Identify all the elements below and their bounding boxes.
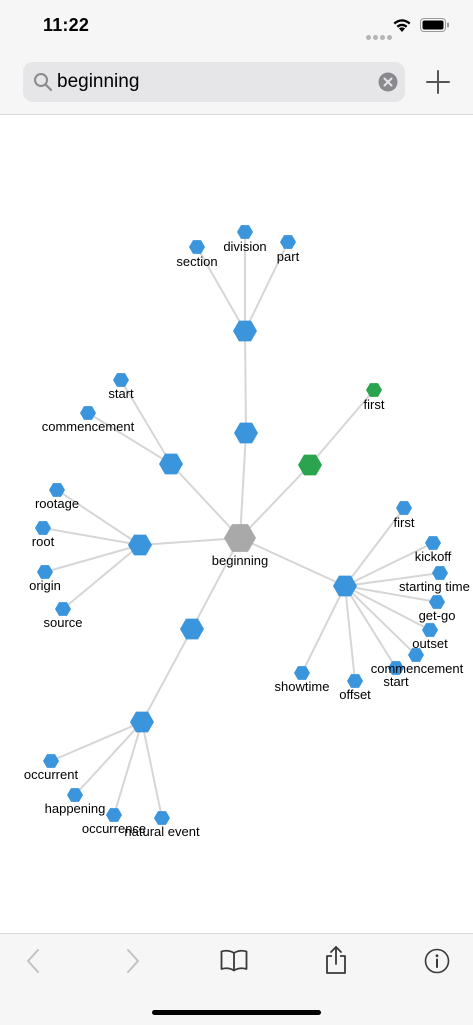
graph-node-center[interactable] <box>224 524 256 552</box>
graph-node-hub-first[interactable] <box>298 454 322 476</box>
search-field[interactable] <box>23 62 405 102</box>
graph-node-commencement[interactable] <box>80 406 96 420</box>
node-label[interactable]: section <box>176 254 217 269</box>
bookmarks-book-icon[interactable] <box>220 948 248 974</box>
clear-search-button[interactable] <box>378 72 398 92</box>
node-label[interactable]: showtime <box>275 679 330 694</box>
node-label[interactable]: occurrent <box>24 767 79 782</box>
forward-chevron-icon[interactable] <box>122 948 144 974</box>
node-label[interactable]: get-go <box>419 608 456 623</box>
node-label[interactable]: rootage <box>35 496 79 511</box>
battery-icon <box>420 18 449 32</box>
node-label[interactable]: division <box>223 239 266 254</box>
graph-node-hub-lower[interactable] <box>180 618 204 640</box>
node-label[interactable]: outset <box>412 636 448 651</box>
node-label[interactable]: first <box>394 515 415 530</box>
graph-node-offset[interactable] <box>347 674 363 688</box>
home-indicator <box>152 1010 321 1015</box>
graph-edge <box>239 464 311 539</box>
node-label[interactable]: happening <box>45 801 106 816</box>
graph-node-hub-division[interactable] <box>233 320 257 342</box>
graph-node-get-go[interactable] <box>429 595 445 609</box>
node-label[interactable]: offset <box>339 687 371 702</box>
graph-nodes[interactable] <box>35 225 448 825</box>
cellular-signal-icon <box>366 27 394 45</box>
graph-node-root[interactable] <box>35 521 51 535</box>
graph-node-starting-time[interactable] <box>432 566 448 580</box>
graph-node-first-green[interactable] <box>366 383 382 397</box>
node-label[interactable]: root <box>32 534 55 549</box>
back-chevron-icon[interactable] <box>24 948 46 974</box>
graph-node-section[interactable] <box>189 240 205 254</box>
graph-node-occurrent[interactable] <box>43 754 59 768</box>
graph-edge <box>141 628 193 723</box>
graph-edge <box>301 585 346 674</box>
wifi-icon <box>393 19 411 32</box>
status-time: 11:22 <box>43 15 90 35</box>
node-label[interactable]: source <box>43 615 82 630</box>
graph-node-hub-start[interactable] <box>159 453 183 475</box>
node-label[interactable]: beginning <box>212 553 268 568</box>
graph-node-part[interactable] <box>280 235 296 249</box>
node-label[interactable]: commencement <box>42 419 135 434</box>
graph-edge <box>62 544 141 610</box>
graph-node-outset[interactable] <box>422 623 438 637</box>
info-icon[interactable] <box>424 948 450 974</box>
graph-edge <box>244 330 247 434</box>
graph-edge <box>44 544 141 573</box>
graph-node-first[interactable] <box>396 501 412 515</box>
search-bar <box>0 52 473 115</box>
graph-edge <box>239 432 247 539</box>
node-label[interactable]: part <box>277 249 300 264</box>
graph-node-hub-upper[interactable] <box>234 422 258 444</box>
graph-node-occurrence[interactable] <box>106 808 122 822</box>
node-label[interactable]: natural event <box>124 824 200 839</box>
node-label[interactable]: start <box>383 674 409 689</box>
search-input[interactable] <box>57 62 357 102</box>
graph-node-natural-event[interactable] <box>154 811 170 825</box>
add-button[interactable] <box>425 69 451 95</box>
graph-node-showtime[interactable] <box>294 666 310 680</box>
node-label[interactable]: start <box>108 386 134 401</box>
graph-edge <box>141 721 163 819</box>
graph-node-kickoff[interactable] <box>425 536 441 550</box>
graph-edge <box>170 463 241 539</box>
node-label[interactable]: kickoff <box>415 549 452 564</box>
graph-node-hub-happening[interactable] <box>130 711 154 733</box>
word-graph[interactable]: section division part start commencement… <box>0 115 473 933</box>
graph-edge <box>50 721 143 762</box>
graph-node-start[interactable] <box>113 373 129 387</box>
node-label[interactable]: starting time <box>399 579 470 594</box>
graph-node-division[interactable] <box>237 225 253 239</box>
status-bar: 11:22 <box>0 0 473 52</box>
node-label[interactable]: origin <box>29 578 61 593</box>
graph-node-origin[interactable] <box>37 565 53 579</box>
search-icon <box>34 73 53 92</box>
node-label[interactable]: first <box>364 397 385 412</box>
share-icon[interactable] <box>324 945 348 975</box>
